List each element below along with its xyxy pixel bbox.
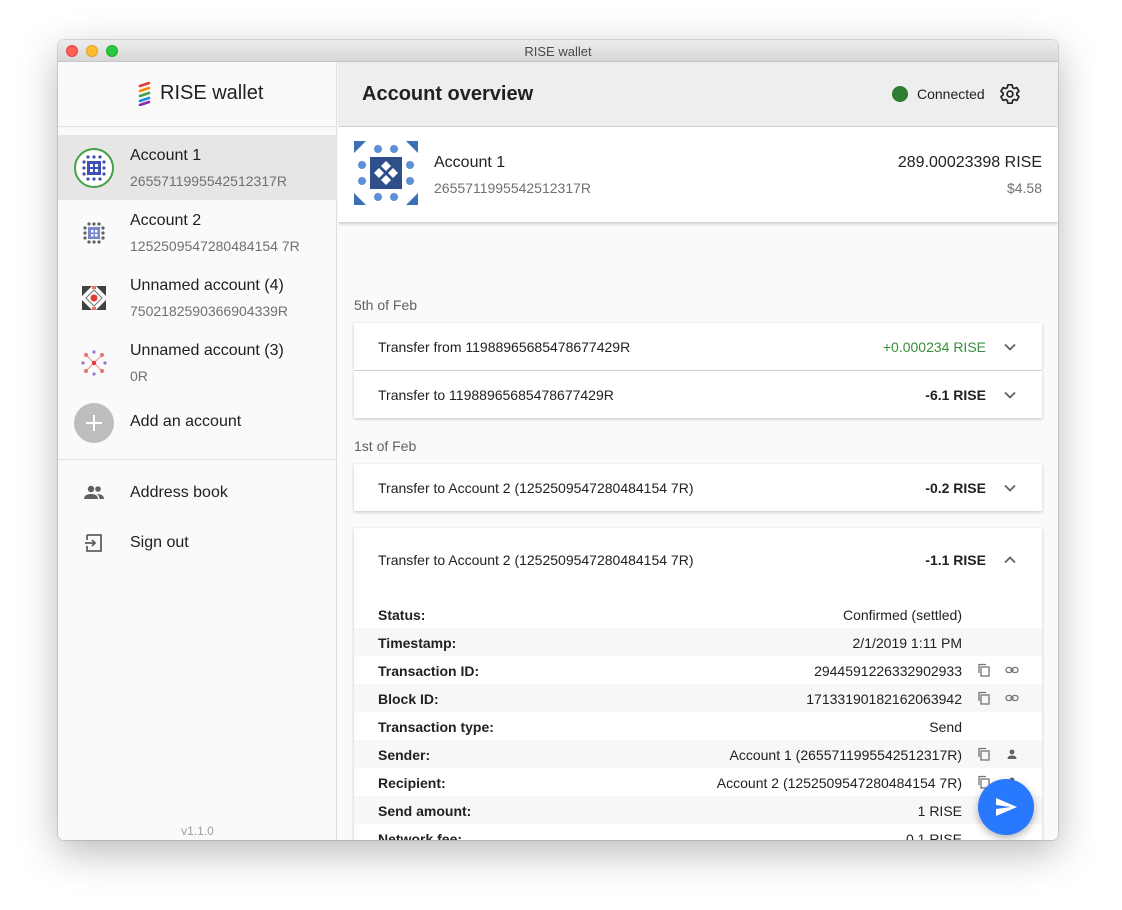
add-account-button[interactable]: Add an account [58, 390, 337, 455]
people-icon [84, 485, 104, 499]
detail-value: Confirmed (settled) [842, 607, 962, 623]
sidebar-account-2[interactable]: Account 2 1252509547280484154 7R [58, 200, 337, 265]
transaction-label: Transfer to 11988965685478677429R [378, 387, 614, 403]
link-icon[interactable] [1005, 663, 1019, 677]
account-3-identicon [81, 350, 107, 376]
main-content: Account overview Connected Account 1 265… [338, 62, 1058, 840]
detail-label: Transaction ID: [378, 663, 480, 679]
detail-label: Timestamp: [378, 635, 457, 651]
transaction-label: Transfer to Account 2 (12525095472804841… [378, 480, 694, 496]
connection-status-dot [892, 86, 908, 102]
detail-row-transaction-id: Transaction ID: 2944591226332902933 [354, 656, 1042, 684]
date-header: 5th of Feb [354, 297, 418, 313]
detail-value: 17133190182162063942 [806, 691, 962, 707]
brand-header: RISE wallet [58, 62, 337, 127]
transaction-row[interactable]: Transfer from 11988965685478677429R +0.0… [354, 323, 1042, 370]
send-button[interactable] [978, 779, 1034, 835]
transaction-amount: -6.1 RISE [925, 387, 986, 403]
account-balance: 289.00023398 RISE [897, 154, 1042, 171]
detail-label: Status: [378, 607, 426, 623]
detail-row-transaction-type: Transaction type: Send [354, 712, 1042, 740]
chevron-up-icon[interactable] [1002, 552, 1018, 568]
brand-name: RISE wallet [160, 82, 264, 104]
add-icon [74, 403, 114, 443]
window-title: RISE wallet [524, 44, 592, 59]
detail-value: Account 1 (2655711995542512317R) [729, 747, 962, 763]
chevron-down-icon[interactable] [1002, 480, 1018, 496]
detail-row-network-fee: Network fee: 0.1 RISE [354, 824, 1042, 840]
transaction-label[interactable]: Transfer to Account 2 (12525095472804841… [378, 552, 694, 568]
account-card-address: 2655711995542512317R [434, 180, 592, 196]
account-summary-card: Account 1 2655711995542512317R 289.00023… [338, 127, 1058, 222]
copy-icon[interactable] [977, 747, 991, 761]
account-address: 2655711995542512317R [130, 173, 288, 189]
chevron-down-icon[interactable] [1002, 339, 1018, 355]
account-1-identicon [74, 148, 114, 188]
transaction-expanded: Transfer to Account 2 (12525095472804841… [354, 528, 1042, 840]
detail-value: 0.1 RISE [905, 831, 962, 840]
account-fiat-balance: $4.58 [1006, 180, 1042, 196]
app-bar: Account overview Connected [338, 62, 1058, 126]
sidebar-account-unnamed-4[interactable]: Unnamed account (4) 7502182590366904339R [58, 265, 337, 330]
detail-row-timestamp: Timestamp: 2/1/2019 1:11 PM [354, 628, 1042, 656]
copy-icon[interactable] [977, 663, 991, 677]
transaction-amount: -1.1 RISE [925, 552, 986, 568]
detail-row-send-amount: Send amount: 1 RISE [354, 796, 1042, 824]
add-account-label: Add an account [130, 413, 242, 430]
sign-out-label: Sign out [130, 534, 189, 551]
sidebar-item-address-book[interactable]: Address book [58, 468, 337, 518]
detail-row-recipient: Recipient: Account 2 (125250954728048415… [354, 768, 1042, 796]
account-address: 7502182590366904339R [130, 303, 289, 319]
sidebar: RISE wallet Account 1 265571199554251231… [58, 62, 337, 840]
transaction-label: Transfer from 11988965685478677429R [378, 339, 631, 355]
account-name: Account 1 [130, 147, 202, 164]
chevron-down-icon[interactable] [1002, 387, 1018, 403]
detail-label: Recipient: [378, 775, 446, 791]
rise-logo-icon [138, 82, 151, 106]
date-header: 1st of Feb [354, 438, 417, 454]
detail-row-block-id: Block ID: 17133190182162063942 [354, 684, 1042, 712]
send-icon [996, 798, 1017, 816]
detail-label: Network fee: [378, 831, 463, 840]
copy-icon[interactable] [977, 691, 991, 705]
account-name: Unnamed account (4) [130, 277, 284, 294]
account-name: Account 2 [130, 212, 202, 229]
sidebar-item-sign-out[interactable]: Sign out [58, 518, 337, 568]
detail-row-status: Status: Confirmed (settled) [354, 600, 1042, 628]
app-version: v1.1.0 [181, 824, 214, 838]
account-2-identicon [83, 222, 105, 244]
detail-value: Send [929, 719, 962, 735]
detail-label: Send amount: [378, 803, 472, 819]
connection-status-label: Connected [917, 86, 985, 102]
detail-label: Transaction type: [378, 719, 494, 735]
address-book-label: Address book [130, 484, 228, 501]
sidebar-account-unnamed-3[interactable]: Unnamed account (3) 0R [58, 330, 337, 395]
transaction-amount: +0.000234 RISE [882, 339, 986, 355]
detail-label: Block ID: [378, 691, 439, 707]
account-1-large-identicon [354, 141, 418, 205]
transaction-amount: -0.2 RISE [925, 480, 986, 496]
person-icon[interactable] [1005, 747, 1019, 761]
detail-value: 1 RISE [917, 803, 962, 819]
account-card-name: Account 1 [434, 154, 506, 171]
detail-value: 2944591226332902933 [814, 663, 962, 679]
app-window: RISE wallet RISE wallet Account 1 265571… [58, 40, 1058, 840]
title-bar: RISE wallet [58, 40, 1058, 62]
transaction-row[interactable]: Transfer to Account 2 (12525095472804841… [354, 464, 1042, 511]
detail-value: Account 2 (1252509547280484154 7R) [716, 775, 962, 791]
exit-icon [85, 534, 102, 552]
link-icon[interactable] [1005, 691, 1019, 705]
transaction-row[interactable]: Transfer to 11988965685478677429R -6.1 R… [354, 371, 1042, 418]
page-title: Account overview [362, 83, 534, 105]
gear-icon[interactable] [999, 83, 1021, 105]
detail-value: 2/1/2019 1:11 PM [852, 635, 962, 651]
detail-row-sender: Sender: Account 1 (2655711995542512317R) [354, 740, 1042, 768]
account-name: Unnamed account (3) [130, 342, 284, 359]
sidebar-account-1[interactable]: Account 1 2655711995542512317R [58, 135, 337, 200]
account-address: 1252509547280484154 7R [130, 238, 300, 254]
sidebar-divider [58, 459, 337, 460]
account-4-identicon [82, 286, 106, 310]
account-address: 0R [130, 368, 148, 384]
detail-label: Sender: [378, 747, 431, 763]
